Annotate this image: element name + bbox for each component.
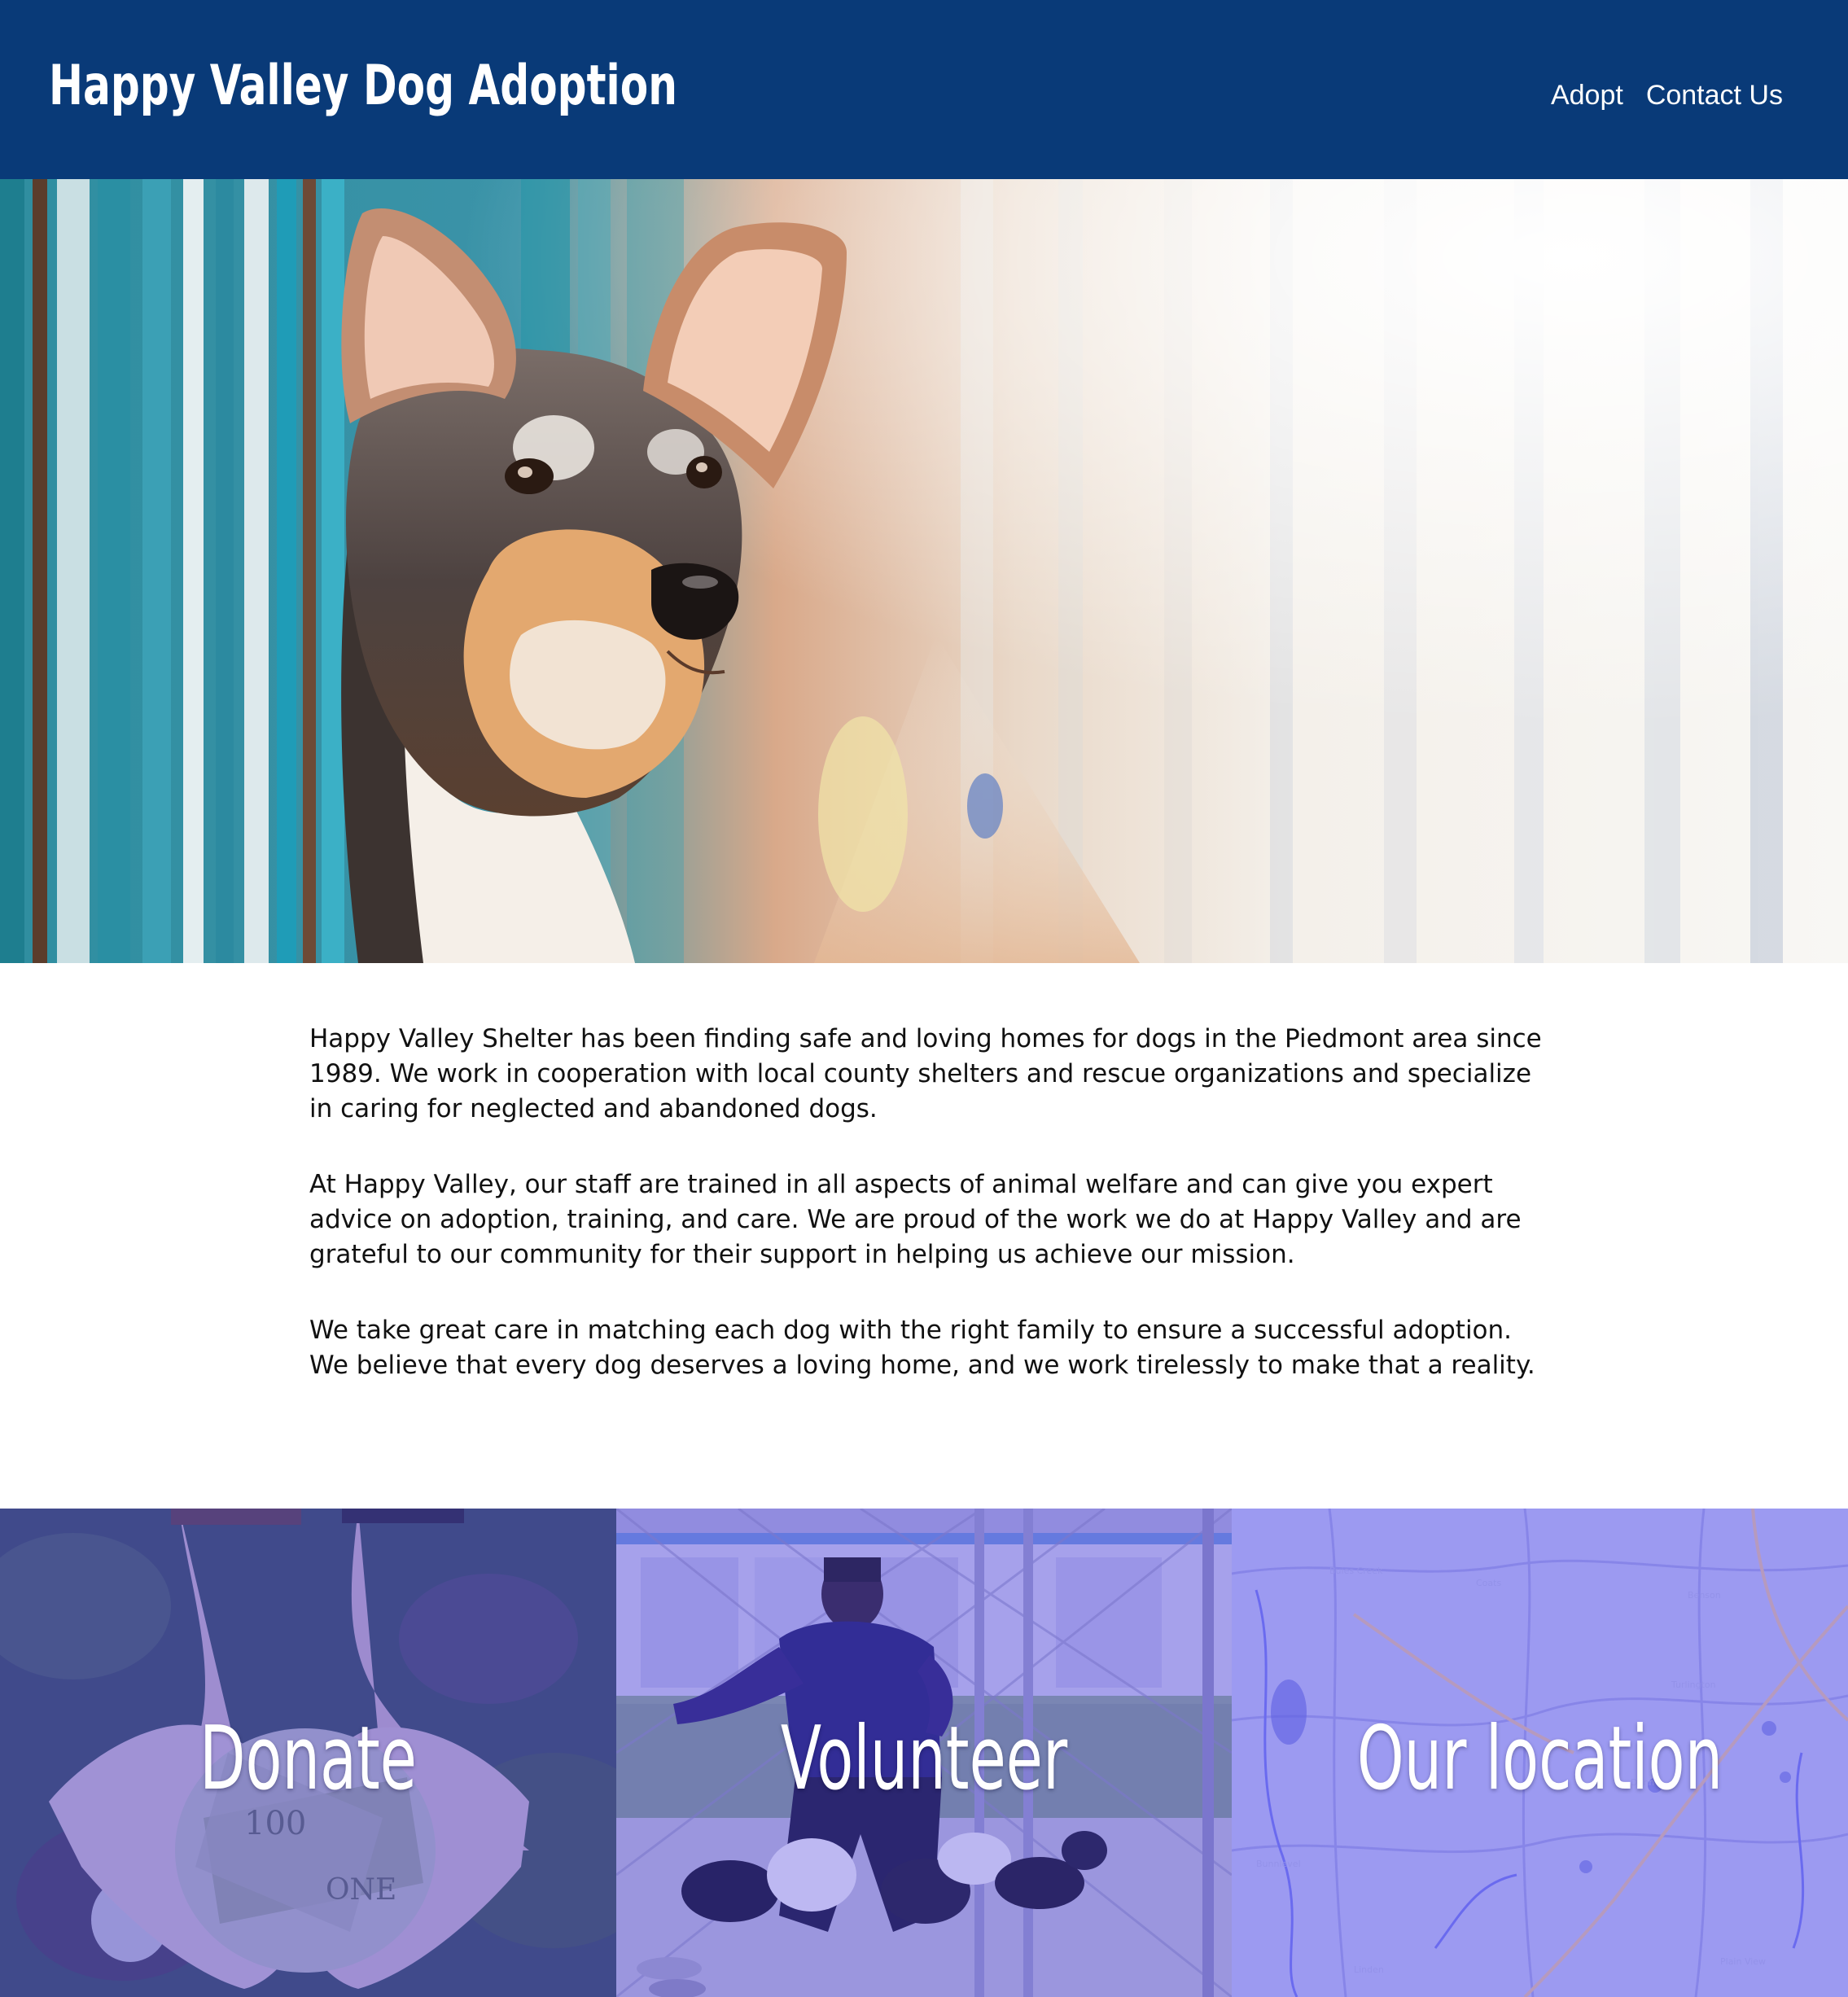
tile-label-donate[interactable]: Donate [99,1708,518,1810]
intro-paragraph-1: Happy Valley Shelter has been finding sa… [309,1024,1542,1123]
dog-kennel-photo [0,179,1848,963]
tile-our-location[interactable]: Buies Creek Coats Turlington Benson Bunn… [1232,1509,1848,1997]
site-title[interactable]: Happy Valley Dog Adoption [49,54,677,118]
nav-link-contact-us[interactable]: Contact Us [1646,80,1783,112]
nav-link-adopt[interactable]: Adopt [1551,80,1623,112]
tile-label-volunteer[interactable]: Volunteer [715,1708,1133,1810]
intro-section: Happy Valley Shelter has been finding sa… [309,1022,1547,1424]
intro-paragraph-3: We take great care in matching each dog … [309,1316,1535,1380]
intro-paragraph-2: At Happy Valley, our staff are trained i… [309,1170,1522,1269]
tile-volunteer[interactable]: Volunteer [616,1509,1232,1997]
tile-donate[interactable]: 100 ONE Donate [0,1509,616,1997]
feature-tiles: 100 ONE Donate Volunteer Buies Creek Coa… [0,1509,1848,1997]
site-header: Happy Valley Dog Adoption Adopt Contact … [0,0,1848,179]
hero-image [0,179,1848,963]
main-nav: Adopt Contact Us [1551,80,1783,112]
tile-label-our-location[interactable]: Our location [1330,1708,1749,1810]
